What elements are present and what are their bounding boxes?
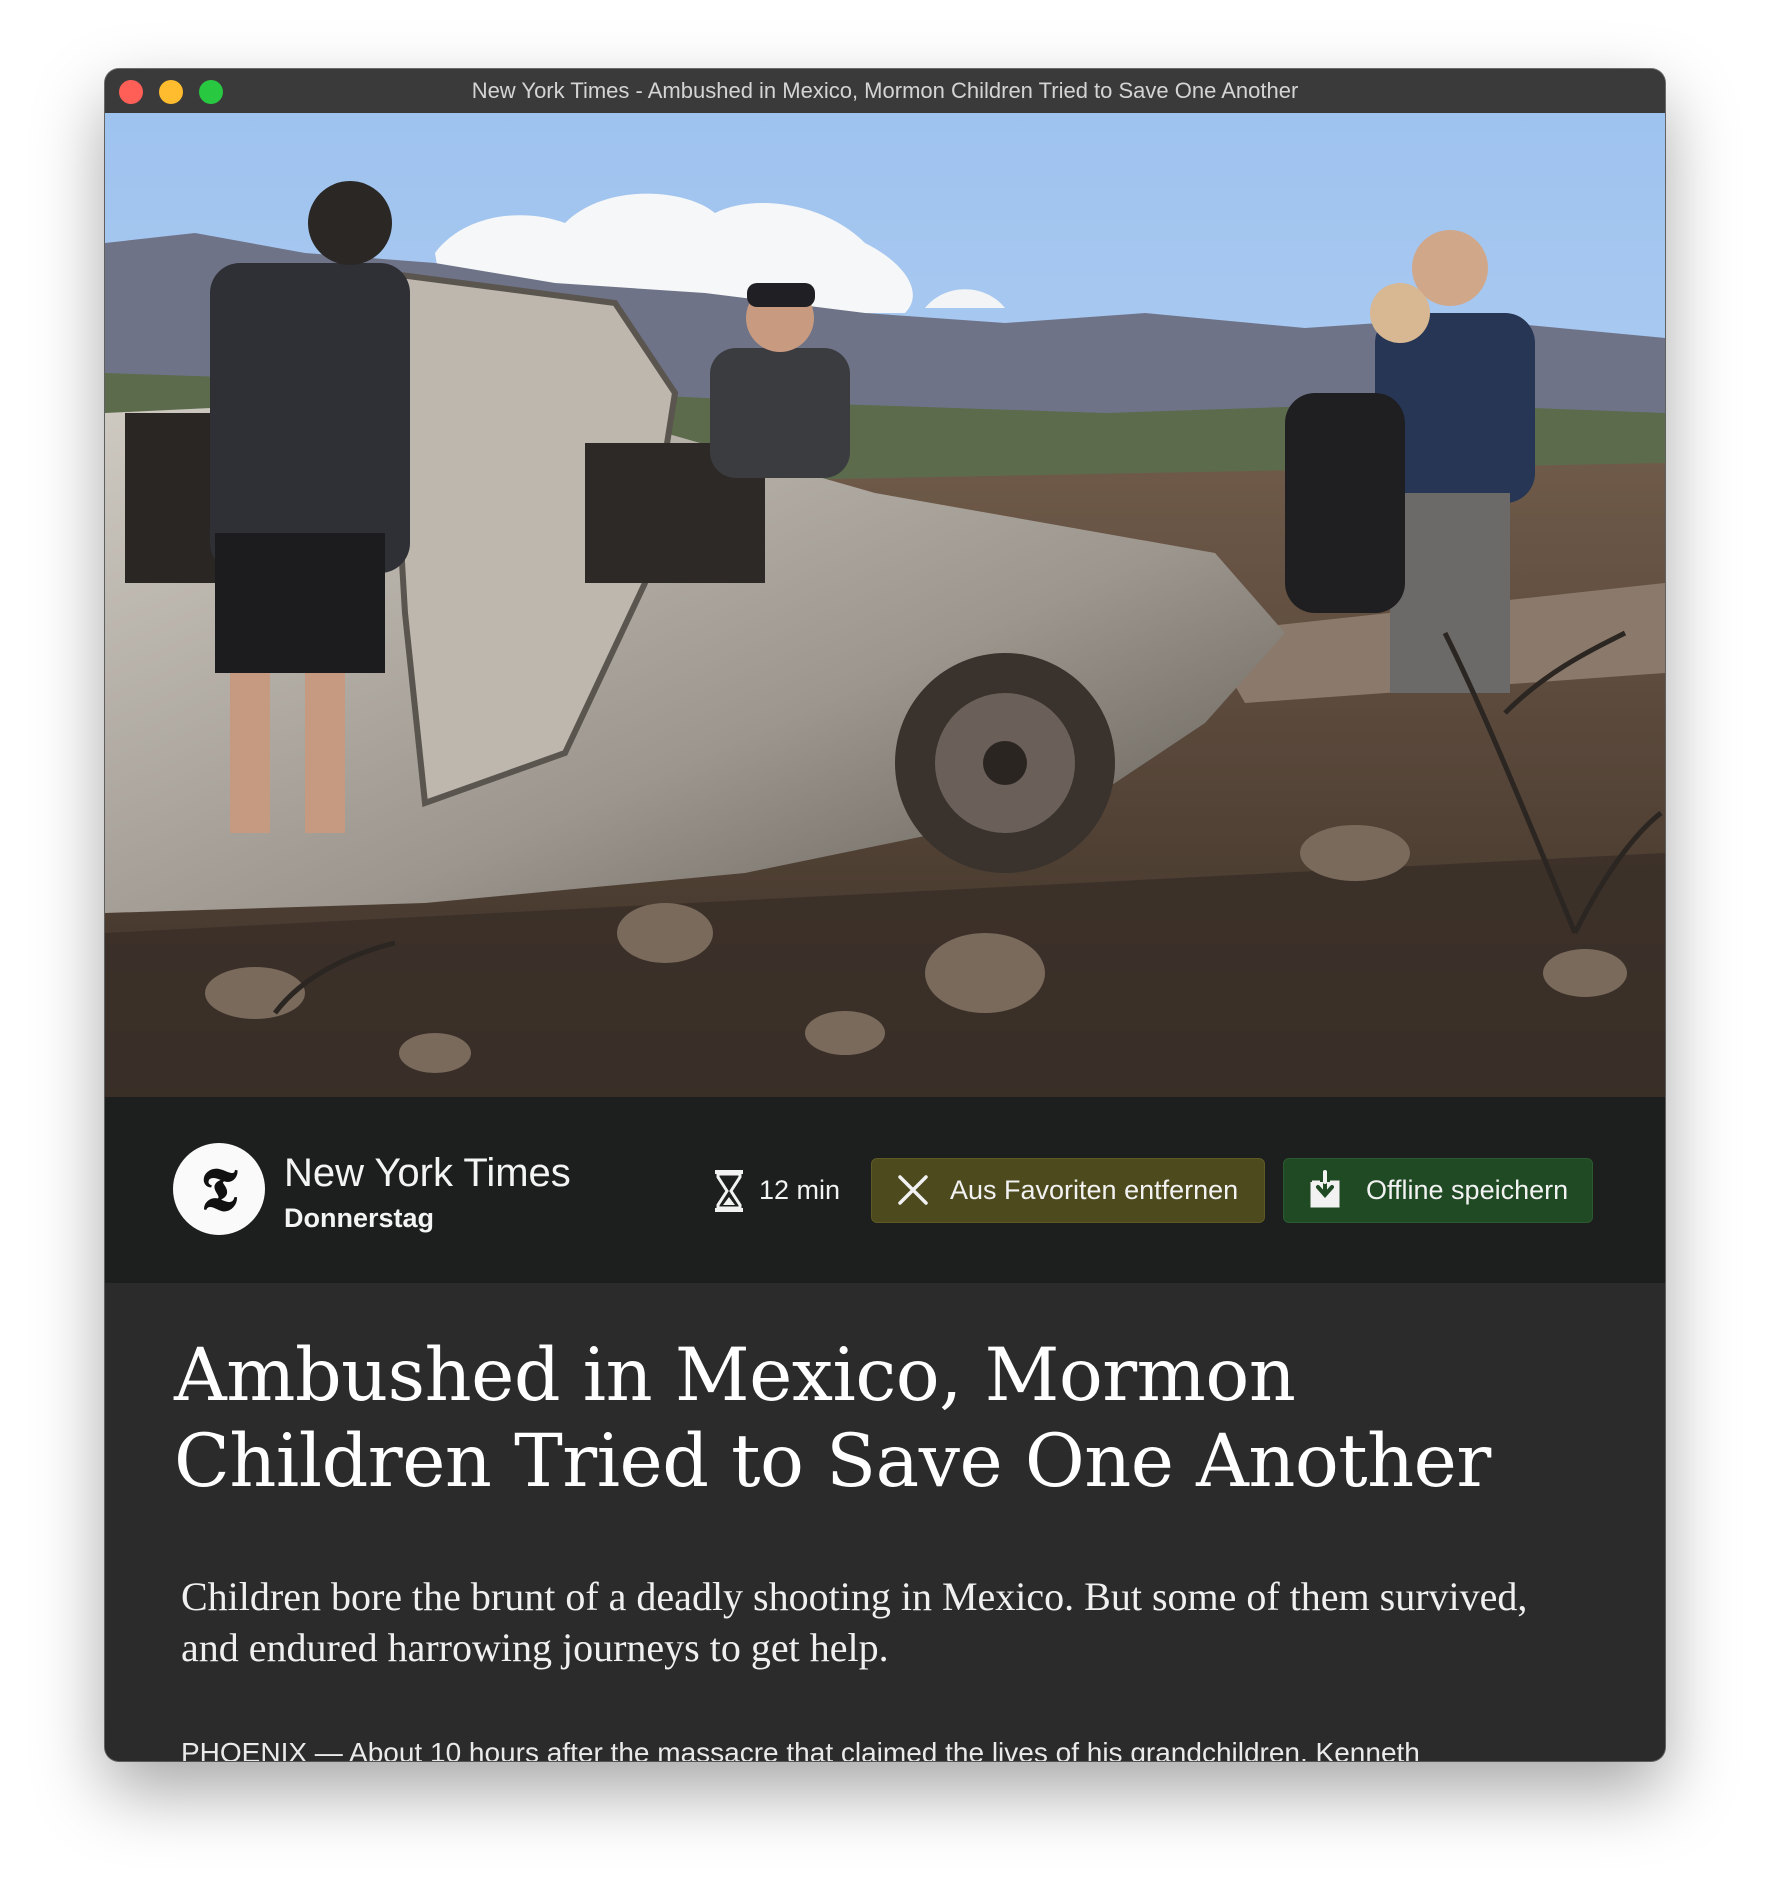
- read-time: 12 min: [759, 1175, 841, 1205]
- hero-image: [105, 113, 1665, 1097]
- article-headline: Ambushed in Mexico, Mormon Children Trie…: [174, 1333, 1491, 1504]
- remove-favorite-button[interactable]: Aus Favoriten entfernen: [871, 1158, 1265, 1223]
- article-summary: Children bore the brunt of a deadly shoo…: [181, 1574, 1528, 1670]
- source-logo: 𝕿: [173, 1143, 265, 1235]
- window-title: New York Times - Ambushed in Mexico, Mor…: [471, 78, 1299, 103]
- article-body[interactable]: Ambushed in Mexico, Mormon Children Trie…: [105, 1283, 1665, 1761]
- close-icon: [898, 1175, 928, 1205]
- source-name: New York Times: [284, 1151, 571, 1195]
- source-logo-glyph: 𝕿: [200, 1155, 238, 1225]
- publish-day: Donnerstag: [284, 1203, 435, 1233]
- download-icon: [1310, 1170, 1340, 1208]
- titlebar[interactable]: New York Times - Ambushed in Mexico, Mor…: [105, 69, 1665, 114]
- hourglass-icon: [715, 1170, 743, 1212]
- save-offline-button[interactable]: Offline speichern: [1283, 1158, 1593, 1223]
- app-window: New York Times - Ambushed in Mexico, Mor…: [105, 69, 1665, 1761]
- article-paragraph: PHOENIX — About 10 hours after the massa…: [181, 1737, 1420, 1761]
- save-offline-label: Offline speichern: [1366, 1175, 1569, 1205]
- article-meta-bar: 𝕿 New York Times Donnerstag 12 min Aus F…: [105, 1097, 1665, 1283]
- remove-favorite-label: Aus Favoriten entfernen: [950, 1175, 1239, 1205]
